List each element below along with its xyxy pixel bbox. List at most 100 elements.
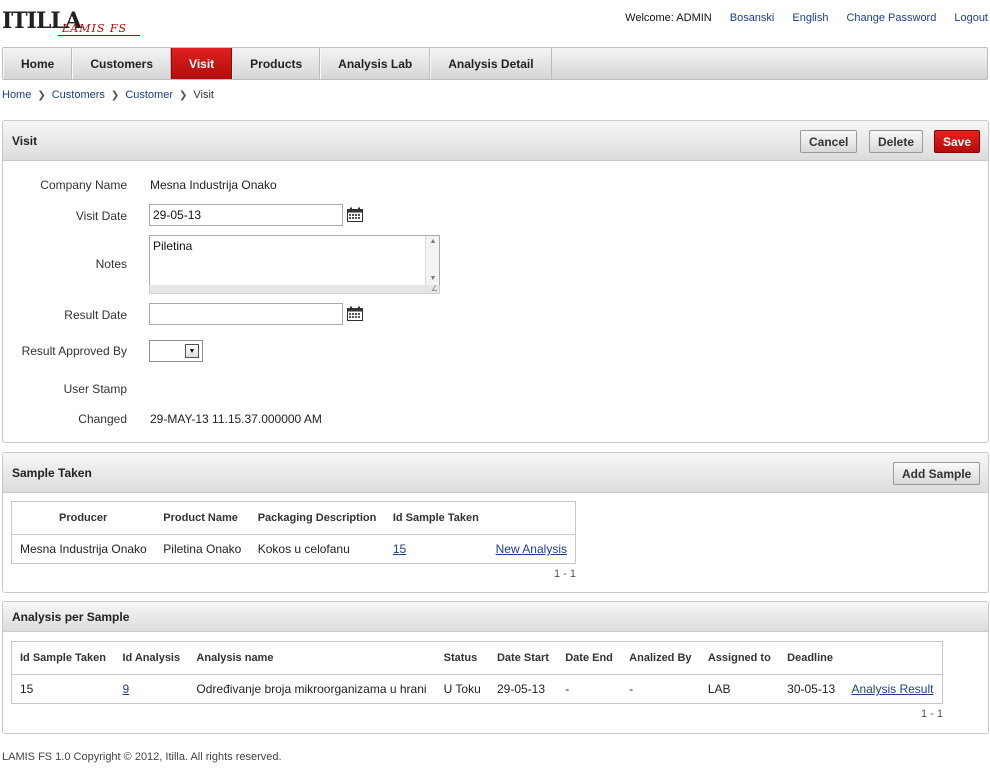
table-header-row: Producer Product Name Packaging Descript…	[11, 501, 576, 535]
visit-region-title: Visit	[12, 134, 38, 148]
col-producer[interactable]: Producer	[11, 501, 156, 535]
logo-subtitle: LAMIS FS	[62, 22, 128, 35]
footer-copyright: LAMIS FS 1.0 Copyright © 2012, Itilla. A…	[2, 751, 282, 763]
tab-analysis-detail[interactable]: Analysis Detail	[430, 48, 552, 79]
table-row: 15 9 Određivanje broja mikroorganizama u…	[12, 675, 943, 704]
col-action	[843, 641, 943, 675]
app-header: ITILLA LAMIS FS Welcome: ADMIN Bosanski …	[0, 0, 990, 42]
notes-resize-bar: ∠	[149, 285, 440, 294]
calendar-icon[interactable]	[347, 207, 363, 222]
result-approved-label: Result Approved By	[21, 344, 127, 358]
changed-label: Changed	[78, 412, 127, 426]
cell-id-analysis: 9	[114, 675, 188, 704]
cell-producer: Mesna Industrija Onako	[20, 542, 147, 556]
analysis-per-sample-region: Analysis per Sample Id Sample Taken Id A…	[2, 601, 989, 734]
breadcrumb-home[interactable]: Home	[2, 89, 31, 101]
visit-region: Visit Cancel Delete Save Company Name Me…	[2, 120, 989, 443]
save-button[interactable]: Save	[934, 130, 981, 153]
company-logo[interactable]: ITILLA LAMIS FS	[2, 8, 142, 40]
tab-home[interactable]: Home	[3, 48, 73, 79]
col-deadline[interactable]: Deadline	[779, 641, 844, 675]
notes-textarea-wrap: Piletina ▲ ▼ ∠	[149, 235, 440, 295]
chevron-right-icon: ❯	[37, 89, 46, 101]
logo-underline	[58, 35, 140, 36]
calendar-icon[interactable]	[347, 306, 363, 321]
chevron-right-icon: ❯	[110, 89, 120, 101]
sample-taken-region: Sample Taken Add Sample Producer Product…	[2, 452, 989, 593]
analysis-table: Id Sample Taken Id Analysis Analysis nam…	[11, 641, 943, 704]
chevron-right-icon: ❯	[179, 89, 188, 101]
notes-scrollbar[interactable]: ▲ ▼	[425, 236, 439, 285]
col-status[interactable]: Status	[435, 641, 489, 675]
col-product-name[interactable]: Product Name	[155, 501, 250, 535]
col-date-end[interactable]: Date End	[557, 641, 622, 675]
cell-product-name: Piletina Onako	[163, 542, 242, 556]
dropdown-arrow-icon[interactable]: ▼	[185, 344, 199, 358]
add-sample-button[interactable]: Add Sample	[893, 462, 981, 485]
visit-date-label: Visit Date	[75, 209, 127, 223]
cell-analized-by: -	[629, 682, 634, 696]
cell-analysis-name: Određivanje broja mikroorganizama u hran…	[196, 682, 427, 696]
result-approved-select[interactable]: ▼	[149, 340, 203, 362]
scroll-up-icon[interactable]: ▲	[426, 236, 440, 248]
cell-assigned-to: LAB	[707, 682, 731, 696]
cell-id-sample: 15	[385, 535, 487, 564]
table-header-row: Id Sample Taken Id Analysis Analysis nam…	[11, 641, 943, 675]
main-tab-bar: Home Customers Visit Products Analysis L…	[2, 47, 988, 80]
col-id-sample-taken[interactable]: Id Sample Taken	[11, 641, 115, 675]
tab-products[interactable]: Products	[232, 48, 321, 79]
id-sample-link[interactable]: 15	[393, 542, 406, 556]
result-date-label: Result Date	[64, 308, 127, 322]
tab-analysis-lab[interactable]: Analysis Lab	[320, 48, 431, 79]
lang-bosanski-link[interactable]: Bosanski	[730, 12, 775, 24]
cell-id-sample: 15	[20, 682, 34, 696]
cancel-button[interactable]: Cancel	[800, 130, 858, 153]
analysis-result-link[interactable]: Analysis Result	[851, 682, 933, 696]
col-analysis-name[interactable]: Analysis name	[188, 641, 436, 675]
sample-region-title: Sample Taken	[12, 466, 92, 480]
notes-label: Notes	[95, 257, 127, 271]
sample-table: Producer Product Name Packaging Descript…	[11, 501, 576, 564]
tab-visit[interactable]: Visit	[171, 48, 233, 79]
col-date-start[interactable]: Date Start	[488, 641, 558, 675]
result-date-input[interactable]	[149, 303, 343, 325]
col-assigned-to[interactable]: Assigned to	[699, 641, 780, 675]
new-analysis-link[interactable]: New Analysis	[496, 542, 567, 556]
cell-deadline: 30-05-13	[787, 682, 836, 696]
sample-pagination: 1 - 1	[554, 568, 577, 580]
cell-status: U Toku	[443, 682, 481, 696]
delete-button[interactable]: Delete	[869, 130, 924, 153]
breadcrumb-customers[interactable]: Customers	[52, 89, 105, 101]
changed-value: 29-MAY-13 11.15.37.000000 AM	[150, 412, 322, 426]
col-packaging-description[interactable]: Packaging Description	[249, 501, 385, 535]
col-analized-by[interactable]: Analized By	[621, 641, 700, 675]
table-row: Mesna Industrija Onako Piletina Onako Ko…	[12, 535, 576, 564]
notes-textarea[interactable]: Piletina	[149, 235, 440, 286]
company-name-label: Company Name	[40, 178, 127, 192]
cell-action: Analysis Result	[843, 675, 942, 704]
user-stamp-label: User Stamp	[63, 382, 127, 396]
user-links: Welcome: ADMIN Bosanski English Change P…	[625, 12, 988, 24]
analysis-region-title: Analysis per Sample	[12, 610, 130, 624]
company-name-value: Mesna Industrija Onako	[150, 178, 277, 192]
change-password-link[interactable]: Change Password	[846, 12, 936, 24]
cell-action: New Analysis	[487, 535, 575, 564]
col-id-sample-taken[interactable]: Id Sample Taken	[384, 501, 488, 535]
col-action	[487, 501, 576, 535]
analysis-pagination: 1 - 1	[921, 708, 944, 720]
resize-grip-icon[interactable]: ∠	[431, 285, 438, 293]
sample-region-header: Sample Taken Add Sample	[3, 453, 988, 493]
id-analysis-link[interactable]: 9	[122, 682, 129, 696]
welcome-text: Welcome: ADMIN	[625, 12, 712, 24]
col-id-analysis[interactable]: Id Analysis	[114, 641, 189, 675]
breadcrumb-customer[interactable]: Customer	[125, 89, 173, 101]
logout-link[interactable]: Logout	[954, 12, 988, 24]
lang-english-link[interactable]: English	[792, 12, 828, 24]
visit-region-header: Visit Cancel Delete Save	[3, 121, 988, 161]
analysis-region-header: Analysis per Sample	[3, 602, 988, 632]
tab-customers[interactable]: Customers	[72, 48, 172, 79]
cell-packaging: Kokos u celofanu	[257, 542, 350, 556]
cell-date-end: -	[565, 682, 570, 696]
visit-date-input[interactable]	[149, 204, 343, 226]
breadcrumb: Home ❯ Customers ❯ Customer ❯ Visit	[2, 89, 214, 101]
